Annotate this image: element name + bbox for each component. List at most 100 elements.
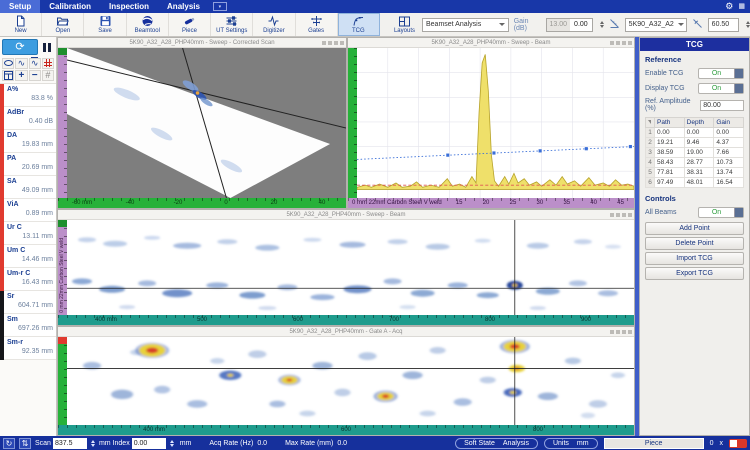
refresh-icon: ↻: [6, 439, 13, 448]
red-grid-icon: [44, 59, 52, 67]
cursor-reset-button[interactable]: ↻: [3, 438, 15, 449]
up-down-icon: ⇅: [22, 439, 29, 448]
enable-tcg-toggle[interactable]: On: [698, 68, 744, 79]
add-point-button[interactable]: Add Point: [645, 222, 744, 235]
gates-button[interactable]: Gates: [296, 13, 338, 36]
add-reading-button[interactable]: +: [15, 70, 27, 81]
gain-adjust-input[interactable]: 0.00: [570, 21, 592, 28]
panel-controls-icons[interactable]: [610, 213, 632, 217]
index-spinner[interactable]: [170, 440, 174, 447]
wave-icon: ∿: [18, 58, 26, 69]
views-area: 5K90_A32_A28_PHP40mm - Sweep - Corrected…: [57, 37, 635, 436]
import-tcg-button[interactable]: Import TCG: [645, 252, 744, 265]
tab-setup[interactable]: Setup: [0, 0, 40, 13]
button-label: Beamtool: [135, 28, 160, 34]
gates-icon: [310, 15, 323, 27]
display-tcg-toggle[interactable]: On: [698, 83, 744, 94]
angle-field[interactable]: 60.50: [708, 18, 739, 32]
layout-preset-select[interactable]: Beamset Analysis: [422, 18, 509, 32]
ellipse-tool-button[interactable]: [2, 58, 14, 69]
new-button[interactable]: New: [0, 13, 42, 36]
button-label: TCG: [352, 28, 365, 34]
tcg-points-table: Path Depth Gain 10.000.000.00 219.219.46…: [645, 117, 744, 188]
toolbar: New Open Save Beamtool Piece UT Settings…: [0, 13, 750, 37]
gain-spinner[interactable]: [600, 21, 604, 28]
menu-window-icon[interactable]: ▾: [213, 2, 227, 11]
beamset-select[interactable]: 5K90_A32_A2: [625, 18, 687, 32]
ascan-view[interactable]: [357, 48, 634, 198]
bscan-view[interactable]: [67, 220, 634, 315]
measurement-row: AdBr0.40 dB: [0, 107, 56, 130]
tcg-button[interactable]: TCG: [338, 13, 380, 36]
piece-button[interactable]: Piece: [169, 13, 211, 36]
envelope-tool-button[interactable]: ∿: [15, 58, 27, 69]
table-row[interactable]: 219.219.464.37: [646, 138, 744, 148]
delete-point-button[interactable]: Delete Point: [645, 237, 744, 250]
ascan-x-axis: 0 mm 22mm Carbon Steel V weld 15 20 25 3…: [348, 198, 634, 208]
gear-icon[interactable]: ⚙: [725, 2, 733, 11]
measurement-row: Sm697.26 mm: [0, 314, 56, 337]
scan-spinner[interactable]: [91, 440, 95, 447]
piece-x-label: x: [720, 440, 724, 447]
col-depth[interactable]: Depth: [684, 118, 714, 128]
gain-field[interactable]: 13.00 0.00: [546, 18, 593, 32]
button-label: Open: [55, 28, 70, 34]
export-table-button[interactable]: [2, 70, 14, 81]
open-folder-icon: [56, 15, 69, 27]
angle-icon: [692, 16, 703, 34]
button-label: Digitizer: [263, 28, 285, 34]
digitizer-button[interactable]: Digitizer: [253, 13, 295, 36]
beamtool-button[interactable]: Beamtool: [127, 13, 169, 36]
connection-toggle[interactable]: [729, 439, 747, 448]
pause-button[interactable]: [40, 40, 54, 54]
table-row[interactable]: 697.4948.0116.54: [646, 178, 744, 188]
panel-controls-icons[interactable]: [610, 330, 632, 334]
piece-selector[interactable]: Piece: [604, 438, 704, 449]
open-button[interactable]: Open: [42, 13, 84, 36]
hash-button[interactable]: #: [42, 70, 54, 81]
sort-icon[interactable]: [646, 118, 655, 128]
ut-settings-button[interactable]: UT Settings: [211, 13, 253, 36]
save-button[interactable]: Save: [84, 13, 126, 36]
chevron-down-icon: [499, 23, 505, 26]
index-position-input[interactable]: 0.00: [132, 438, 166, 449]
panel-title: 5K90_A32_A28_PHP40mm - Sweep - Beam: [58, 210, 634, 220]
app-layout-icon[interactable]: ▦: [738, 2, 745, 11]
ref-amplitude-input[interactable]: 80.00: [700, 100, 744, 111]
scan-label: Scan: [35, 440, 51, 447]
sector-depth-ruler: [58, 48, 67, 198]
tcg-curve-icon: [352, 15, 365, 27]
toggle-knob: [734, 84, 743, 93]
ascan-amplitude-ruler: [348, 48, 357, 198]
panel-controls-icons[interactable]: [610, 41, 632, 45]
sector-scan-view[interactable]: [67, 48, 346, 198]
cursor-swap-button[interactable]: ⇅: [19, 438, 31, 449]
grid-tool-button[interactable]: [42, 58, 54, 69]
sync-cursors-button[interactable]: ⟳: [2, 39, 38, 55]
col-gain[interactable]: Gain: [714, 118, 744, 128]
all-beams-toggle[interactable]: On: [698, 207, 744, 218]
statusbar: ↻ ⇅ Scan 837.5 mm Index 0.00 mm Acq Rate…: [0, 436, 750, 450]
tab-analysis[interactable]: Analysis: [158, 0, 209, 13]
piece-count: 0: [710, 440, 714, 447]
tab-calibration[interactable]: Calibration: [40, 0, 100, 13]
table-row[interactable]: 10.000.000.00: [646, 128, 744, 138]
gain-label: Gain (dB): [514, 18, 541, 32]
panel-controls-icons[interactable]: [322, 41, 344, 45]
table-row[interactable]: 458.4328.7710.73: [646, 158, 744, 168]
cscan-x-axis: 400 mm 600 800: [58, 425, 634, 435]
cscan-view[interactable]: [67, 337, 634, 425]
toolbar-right: Layouts Beamset Analysis Gain (dB) 13.00…: [392, 13, 750, 36]
scan-position-input[interactable]: 837.5: [53, 438, 87, 449]
remove-reading-button[interactable]: −: [29, 70, 41, 81]
angle-spinner[interactable]: [746, 21, 750, 28]
table-row[interactable]: 338.5919.007.66: [646, 148, 744, 158]
col-path[interactable]: Path: [655, 118, 685, 128]
export-tcg-button[interactable]: Export TCG: [645, 267, 744, 280]
layouts-button[interactable]: Layouts: [392, 16, 417, 34]
envelope-clear-button[interactable]: ∿: [29, 58, 41, 69]
table-row[interactable]: 577.8138.3113.74: [646, 168, 744, 178]
soft-state-value: Analysis: [503, 440, 529, 447]
tab-inspection[interactable]: Inspection: [100, 0, 158, 13]
panel-title: 5K90_A32_A28_PHP40mm - Sweep - Corrected…: [58, 38, 346, 48]
